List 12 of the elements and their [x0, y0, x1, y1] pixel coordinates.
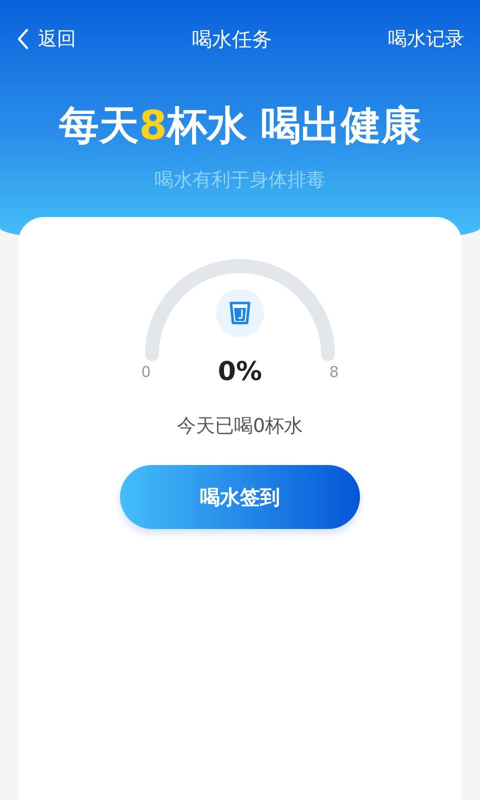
summary-text: 今天已喝0杯水 [176, 414, 304, 439]
back-icon [16, 28, 30, 50]
back-button[interactable]: 返回 [16, 26, 76, 52]
percent-value: 0% [218, 357, 262, 387]
records-link[interactable]: 喝水记录 [388, 26, 464, 52]
subtitle: 喝水有利于身体排毒 [154, 168, 326, 193]
page-title: 喝水任务 [192, 26, 272, 52]
cup-icon [216, 289, 264, 337]
headline: 每天8杯水 喝出健康 [59, 102, 421, 151]
min-label: 0 [140, 363, 152, 381]
max-label: 8 [328, 363, 340, 381]
checkin-button[interactable]: 喝水签到 [120, 465, 360, 529]
